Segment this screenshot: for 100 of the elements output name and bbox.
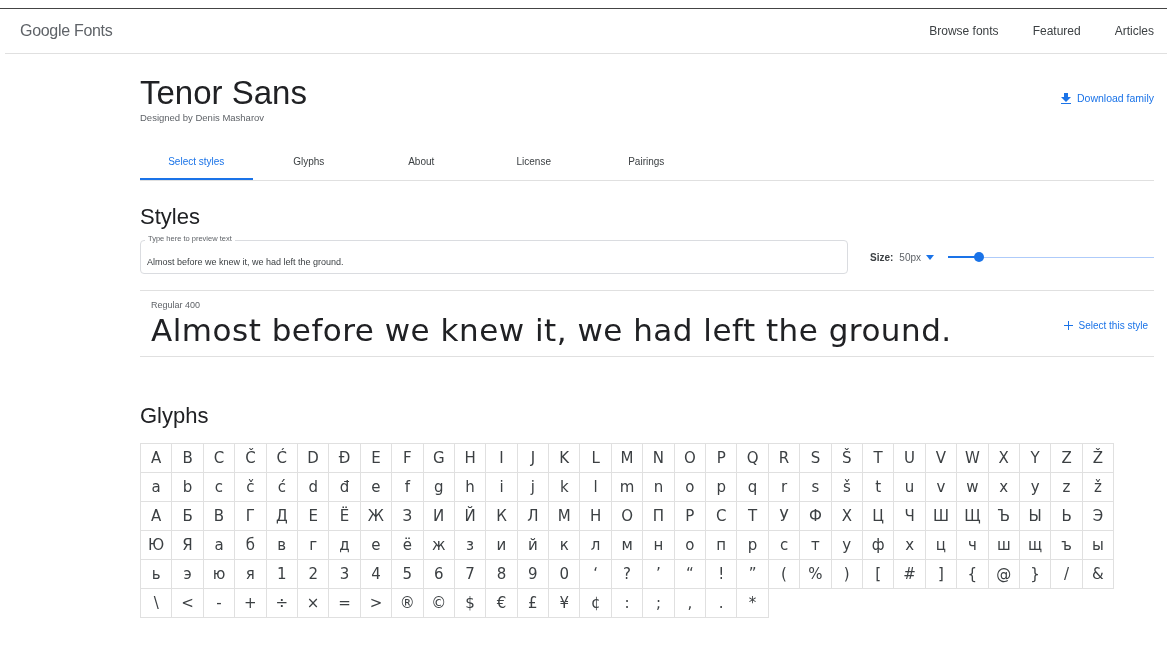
glyph-cell[interactable]: # xyxy=(894,560,926,589)
glyph-cell[interactable]: I xyxy=(486,444,518,473)
glyph-cell[interactable]: а xyxy=(203,531,236,560)
glyph-cell[interactable]: đ xyxy=(329,473,361,502)
glyph-cell[interactable]: в xyxy=(266,531,298,560)
glyph-cell[interactable]: щ xyxy=(1019,531,1052,560)
glyph-cell[interactable]: и xyxy=(486,531,518,560)
glyph-cell[interactable]: ы xyxy=(1082,531,1115,560)
glyph-cell[interactable]: ÷ xyxy=(266,589,298,618)
glyph-cell[interactable]: й xyxy=(517,531,550,560)
glyph-cell[interactable]: Ч xyxy=(894,502,926,531)
glyph-cell[interactable]: А xyxy=(141,502,173,531)
glyph-cell[interactable]: ъ xyxy=(1051,531,1083,560)
download-link[interactable]: Download family xyxy=(1060,91,1154,105)
glyph-cell[interactable]: j xyxy=(517,473,550,502)
glyph-cell[interactable]: , xyxy=(674,589,707,618)
glyph-cell[interactable]: S xyxy=(800,444,832,473)
glyph-cell[interactable]: t xyxy=(863,473,895,502)
glyph-cell[interactable]: л xyxy=(580,531,612,560)
glyph-cell[interactable]: З xyxy=(392,502,424,531)
glyph-cell[interactable]: š xyxy=(831,473,863,502)
glyph-cell[interactable]: F xyxy=(392,444,424,473)
glyph-cell[interactable]: f xyxy=(392,473,424,502)
glyph-cell[interactable]: Ь xyxy=(1051,502,1083,531)
glyph-cell[interactable]: ] xyxy=(925,560,958,589)
glyph-cell[interactable]: В xyxy=(203,502,236,531)
tab[interactable]: Glyphs xyxy=(252,149,365,180)
glyph-cell[interactable]: х xyxy=(894,531,926,560)
glyph-cell[interactable]: e xyxy=(360,473,393,502)
glyph-cell[interactable]: & xyxy=(1082,560,1115,589)
glyph-cell[interactable]: n xyxy=(643,473,675,502)
glyph-cell[interactable]: т xyxy=(800,531,832,560)
glyph-cell[interactable]: T xyxy=(863,444,895,473)
tab[interactable]: License xyxy=(477,149,590,180)
glyph-cell[interactable]: O xyxy=(674,444,707,473)
glyph-cell[interactable]: < xyxy=(172,589,204,618)
glyph-cell[interactable]: ж xyxy=(423,531,455,560)
glyph-cell[interactable]: Ю xyxy=(141,531,173,560)
glyph-cell[interactable]: G xyxy=(423,444,455,473)
glyph-cell[interactable]: Q xyxy=(737,444,769,473)
glyph-cell[interactable]: E xyxy=(360,444,393,473)
glyph-cell[interactable]: H xyxy=(454,444,487,473)
glyph-cell[interactable]: \ xyxy=(141,589,173,618)
glyph-cell[interactable]: V xyxy=(925,444,958,473)
glyph-cell[interactable]: ‘ xyxy=(580,560,612,589)
glyph-cell[interactable]: б xyxy=(235,531,267,560)
glyph-cell[interactable]: П xyxy=(643,502,675,531)
logo[interactable]: Google Fonts xyxy=(20,22,113,40)
glyph-cell[interactable]: д xyxy=(329,531,361,560)
glyph-cell[interactable]: м xyxy=(611,531,644,560)
glyph-cell[interactable]: v xyxy=(925,473,958,502)
glyph-cell[interactable]: J xyxy=(517,444,550,473)
glyph-cell[interactable]: С xyxy=(706,502,738,531)
glyph-cell[interactable]: 7 xyxy=(454,560,487,589)
glyph-cell[interactable]: M xyxy=(611,444,644,473)
glyph-cell[interactable]: 0 xyxy=(549,560,581,589)
select-style-link[interactable]: Select this style xyxy=(1063,319,1148,331)
glyph-cell[interactable]: D xyxy=(297,444,330,473)
glyph-cell[interactable]: Ц xyxy=(863,502,895,531)
glyph-cell[interactable]: W xyxy=(957,444,989,473)
tab[interactable]: Select styles xyxy=(140,149,253,180)
glyph-cell[interactable]: i xyxy=(486,473,518,502)
glyph-cell[interactable]: X xyxy=(988,444,1020,473)
glyph-cell[interactable]: Y xyxy=(1019,444,1052,473)
glyph-cell[interactable]: m xyxy=(611,473,644,502)
glyph-cell[interactable]: р xyxy=(737,531,769,560)
glyph-cell[interactable]: U xyxy=(894,444,926,473)
glyph-cell[interactable]: Д xyxy=(266,502,298,531)
glyph-cell[interactable]: з xyxy=(454,531,487,560)
glyph-cell[interactable]: K xyxy=(549,444,581,473)
glyph-cell[interactable]: B xyxy=(172,444,204,473)
glyph-cell[interactable]: Ы xyxy=(1019,502,1052,531)
glyph-cell[interactable]: L xyxy=(580,444,612,473)
glyph-cell[interactable]: 9 xyxy=(517,560,550,589)
glyph-cell[interactable]: ( xyxy=(768,560,801,589)
glyph-cell[interactable]: h xyxy=(454,473,487,502)
glyph-cell[interactable]: Ё xyxy=(329,502,361,531)
glyph-cell[interactable]: э xyxy=(172,560,204,589)
glyph-cell[interactable]: A xyxy=(141,444,173,473)
glyph-cell[interactable]: l xyxy=(580,473,612,502)
glyph-cell[interactable]: s xyxy=(800,473,832,502)
glyph-cell[interactable]: Щ xyxy=(957,502,989,531)
glyph-cell[interactable]: / xyxy=(1051,560,1083,589)
glyph-cell[interactable]: 8 xyxy=(486,560,518,589)
glyph-cell[interactable]: ч xyxy=(957,531,989,560)
glyph-cell[interactable]: ю xyxy=(203,560,236,589)
glyph-cell[interactable]: Z xyxy=(1051,444,1083,473)
glyph-cell[interactable]: 5 xyxy=(392,560,424,589)
glyph-cell[interactable]: М xyxy=(549,502,581,531)
glyph-cell[interactable]: Ž xyxy=(1082,444,1115,473)
glyph-cell[interactable]: ! xyxy=(706,560,738,589)
glyph-cell[interactable]: . xyxy=(706,589,738,618)
glyph-cell[interactable]: Ш xyxy=(925,502,958,531)
glyph-cell[interactable]: > xyxy=(360,589,393,618)
nav-link[interactable]: Articles xyxy=(1114,24,1154,38)
glyph-cell[interactable]: И xyxy=(423,502,455,531)
glyph-cell[interactable]: Č xyxy=(235,444,267,473)
glyph-cell[interactable]: Й xyxy=(454,502,487,531)
glyph-cell[interactable]: d xyxy=(297,473,330,502)
glyph-cell[interactable]: * xyxy=(737,589,769,618)
